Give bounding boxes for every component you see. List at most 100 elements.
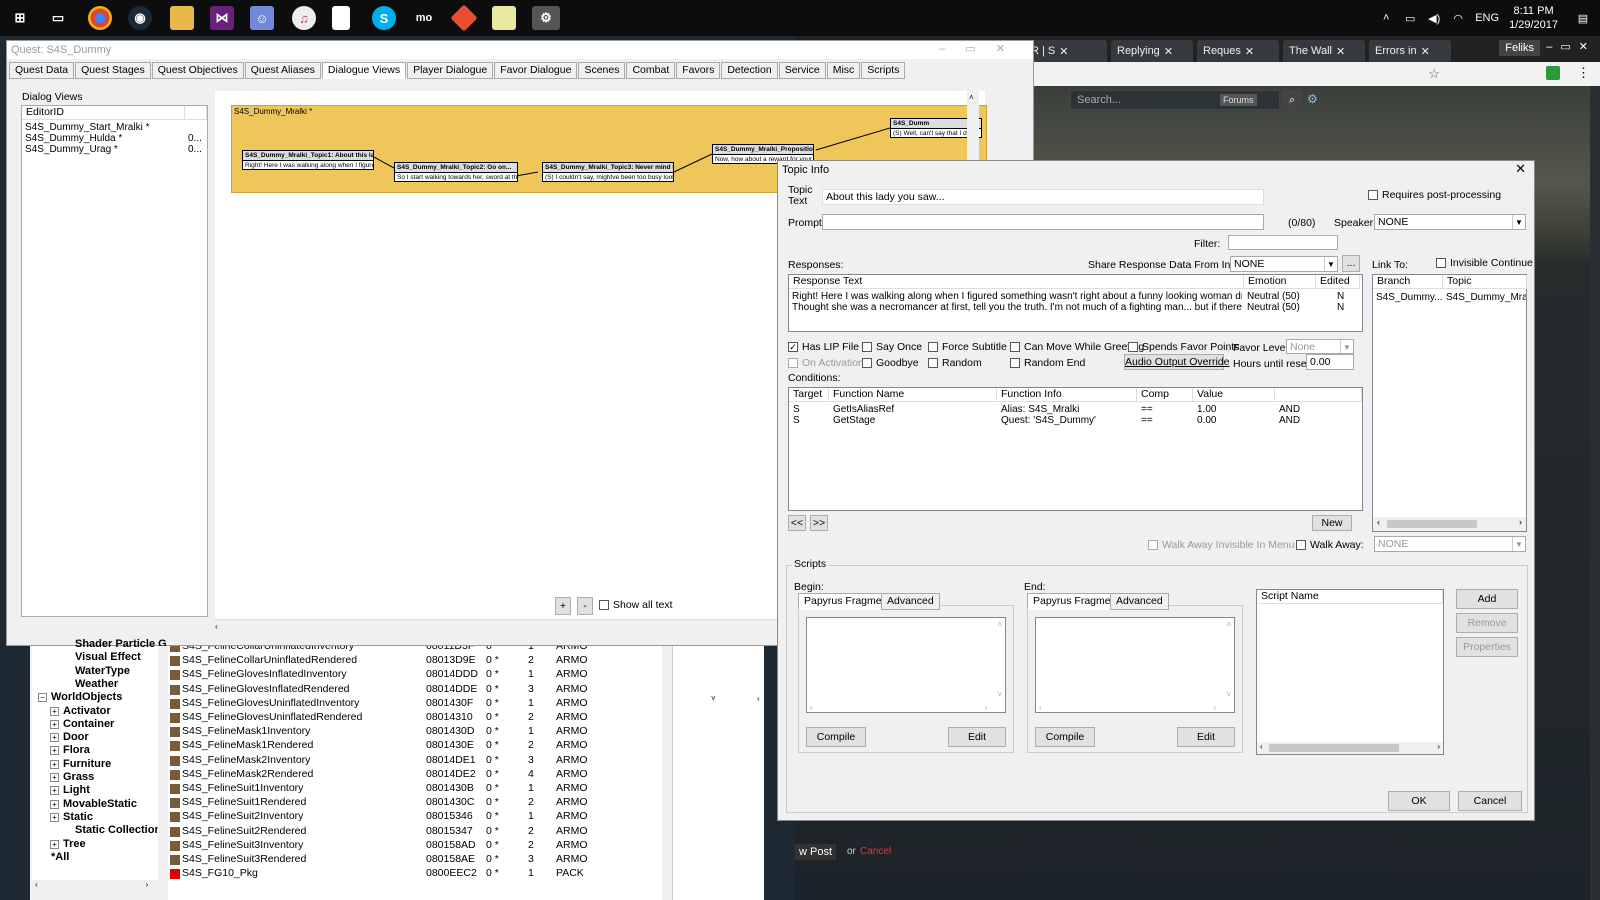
can-move-while-greeting-checkbox[interactable]: Can Move While Greeting <box>1010 341 1144 353</box>
responses-list[interactable]: Response Text Emotion Edited Right! Here… <box>788 274 1363 332</box>
value-header[interactable]: Value <box>1193 388 1275 402</box>
prompt-input[interactable] <box>822 214 1264 230</box>
table-row[interactable]: S4S_FelineMask1Rendered 0801430E 0 * 2 ARMO <box>168 739 662 753</box>
chevron-right-icon[interactable]: › <box>1437 742 1440 751</box>
expand-icon[interactable]: + <box>50 759 59 769</box>
extension-icon[interactable] <box>1546 66 1560 80</box>
script-name-header[interactable]: Script Name <box>1257 590 1443 604</box>
expand-icon[interactable]: + <box>50 706 59 716</box>
chevron-left-icon[interactable]: ‹ <box>35 880 38 889</box>
chevron-up-icon[interactable]: ˄ <box>997 620 1002 629</box>
browser-tab[interactable]: Reques ✕ <box>1197 40 1279 62</box>
volume-icon[interactable]: ◀) <box>1427 11 1441 25</box>
gear-icon[interactable]: ⚙ <box>1307 92 1318 106</box>
close-icon[interactable]: ✕ <box>1515 161 1526 177</box>
response-edited-cell[interactable]: N <box>1337 302 1357 313</box>
tab-combat[interactable]: Combat <box>626 62 676 79</box>
say-once-checkbox[interactable]: Say Once <box>862 341 922 353</box>
notification-icon[interactable]: ▤ <box>1576 11 1590 25</box>
collapse-icon[interactable]: − <box>38 693 47 703</box>
topic-header[interactable]: Topic <box>1443 275 1527 289</box>
table-row[interactable]: S4S_FelineSuit2Inventory 08015346 0 * 1 ARMO <box>168 810 662 824</box>
table-row[interactable]: S4S_FelineSuit1Rendered 0801430C 0 * 2 ARMO <box>168 796 662 810</box>
chevron-down-icon[interactable]: ▼ <box>1340 340 1353 353</box>
table-row[interactable]: S4S_FelineCollarUninflatedRendered 08013D… <box>168 654 662 668</box>
target-header[interactable]: Target <box>789 388 829 402</box>
expand-icon[interactable]: + <box>50 799 59 809</box>
favor-level-dropdown[interactable]: None ▼ <box>1286 339 1354 354</box>
tree-item[interactable]: + Grass <box>50 771 94 783</box>
chevron-left-icon[interactable]: ‹ <box>1373 517 1380 527</box>
table-row[interactable]: S4S_FG10_Pkg 0800EEC2 0 * 1 PACK <box>168 867 662 881</box>
requires-post-processing-checkbox[interactable]: Requires post-processing <box>1368 189 1501 201</box>
condition-info-cell[interactable]: Quest: 'S4S_Dummy' <box>1001 415 1135 426</box>
creation-kit-icon[interactable]: ⚙ <box>532 6 560 30</box>
chevron-up-icon[interactable]: ˄ <box>1226 620 1231 629</box>
tree-item[interactable]: Visual Effect <box>75 651 141 663</box>
chrome-icon[interactable] <box>88 6 112 30</box>
git-icon[interactable] <box>450 4 478 32</box>
window-controls[interactable]: –▭✕ <box>1546 40 1596 53</box>
condition-function-cell[interactable]: GetIsAliasRef <box>833 404 993 415</box>
link-hscrollbar[interactable]: ‹ › <box>1373 517 1526 531</box>
tree-item[interactable]: + Tree <box>50 838 86 850</box>
browser-user-badge[interactable]: Feliks <box>1499 40 1540 56</box>
goodbye-checkbox[interactable]: Goodbye <box>862 357 919 369</box>
notepad-icon[interactable] <box>332 6 350 30</box>
checkbox-box[interactable] <box>1010 358 1020 368</box>
tab-quest-aliases[interactable]: Quest Aliases <box>244 62 321 79</box>
script-list-scrollbar[interactable]: ‹ › <box>1257 742 1443 754</box>
function-info-header[interactable]: Function Info <box>997 388 1137 402</box>
tab-dialogue-views[interactable]: Dialogue Views <box>321 62 407 79</box>
condition-function-cell[interactable]: GetStage <box>833 415 993 426</box>
tab-quest-data[interactable]: Quest Data <box>9 62 75 79</box>
checkbox-box[interactable] <box>928 358 938 368</box>
browser-tab[interactable]: R | S ✕ <box>1025 40 1107 62</box>
topic-text-field[interactable]: About this lady you saw... <box>822 189 1264 205</box>
scroll-thumb[interactable] <box>1269 744 1399 752</box>
tab-misc[interactable]: Misc <box>826 62 861 79</box>
table-row[interactable]: S4S_FelineSuit3Inventory 080158AD 0 * 2 ARMO <box>168 839 662 853</box>
category-tree[interactable]: Shader Particle G Visual Effect WaterType W… <box>32 638 167 880</box>
invisible-continue-checkbox[interactable]: Invisible Continue <box>1436 257 1533 269</box>
search-icon[interactable]: ⌕ <box>1282 90 1302 110</box>
begin-fragment-editor[interactable]: ˄ ˅ ‹ › <box>806 617 1006 713</box>
condition-comp-cell[interactable]: == <box>1141 404 1181 415</box>
ok-button[interactable]: OK <box>1388 791 1450 811</box>
walk-away-dropdown[interactable]: NONE ▼ <box>1374 536 1526 552</box>
force-subtitle-checkbox[interactable]: Force Subtitle <box>928 341 1007 353</box>
condition-target-cell[interactable]: S <box>793 415 823 426</box>
expand-icon[interactable]: + <box>50 812 59 822</box>
chevron-left-icon[interactable]: ‹ <box>757 694 760 703</box>
chevron-left-icon[interactable]: ‹ <box>1039 703 1042 712</box>
tree-item[interactable]: Weather <box>75 678 118 690</box>
wifi-icon[interactable]: ◠ <box>1451 11 1465 25</box>
discord-icon[interactable]: ☺ <box>250 6 274 30</box>
chevron-down-icon[interactable]: ˅ <box>997 690 1002 699</box>
tree-item[interactable]: Static Collection <box>75 824 161 836</box>
condition-comp-cell[interactable]: == <box>1141 415 1181 426</box>
begin-edit-button[interactable]: Edit <box>948 727 1006 747</box>
share-browse-button[interactable]: ... <box>1342 255 1360 272</box>
tree-item[interactable]: − WorldObjects <box>38 691 122 703</box>
on-activation-checkbox[interactable]: On Activation <box>788 357 864 369</box>
object-list[interactable]: S4S_FelineCollarUninflatedInventory 08011… <box>168 646 662 900</box>
tab-quest-stages[interactable]: Quest Stages <box>75 62 151 79</box>
cancel-button[interactable]: Cancel <box>1458 791 1522 811</box>
zoom-in-button[interactable]: + <box>555 597 571 615</box>
expand-icon[interactable]: + <box>50 719 59 729</box>
table-row[interactable]: S4S_FelineGlovesUninflatedRendered 080143… <box>168 711 662 725</box>
chevron-right-icon[interactable]: › <box>146 880 149 889</box>
checkbox-box[interactable] <box>862 342 872 352</box>
table-row[interactable]: S4S_FelineSuit2Rendered 08015347 0 * 2 ARMO <box>168 825 662 839</box>
chevron-right-icon[interactable]: › <box>1213 703 1216 712</box>
new-post-button[interactable]: w Post <box>795 844 837 860</box>
dialog-view-row[interactable]: S4S_Dummy_Urag * <box>25 144 183 155</box>
expand-icon[interactable]: + <box>50 839 59 849</box>
previous-condition-button[interactable]: << <box>788 515 806 531</box>
has-lip-file-checkbox[interactable]: ✓ Has LIP File <box>788 341 859 353</box>
table-row[interactable]: S4S_FelineMask1Inventory 0801430D 0 * 1 ARMO <box>168 725 662 739</box>
response-edited-cell[interactable]: N <box>1337 291 1357 302</box>
object-list-scrollbar[interactable] <box>662 646 672 900</box>
walk-away-invisible-checkbox[interactable]: Walk Away Invisible In Menu <box>1148 539 1294 551</box>
